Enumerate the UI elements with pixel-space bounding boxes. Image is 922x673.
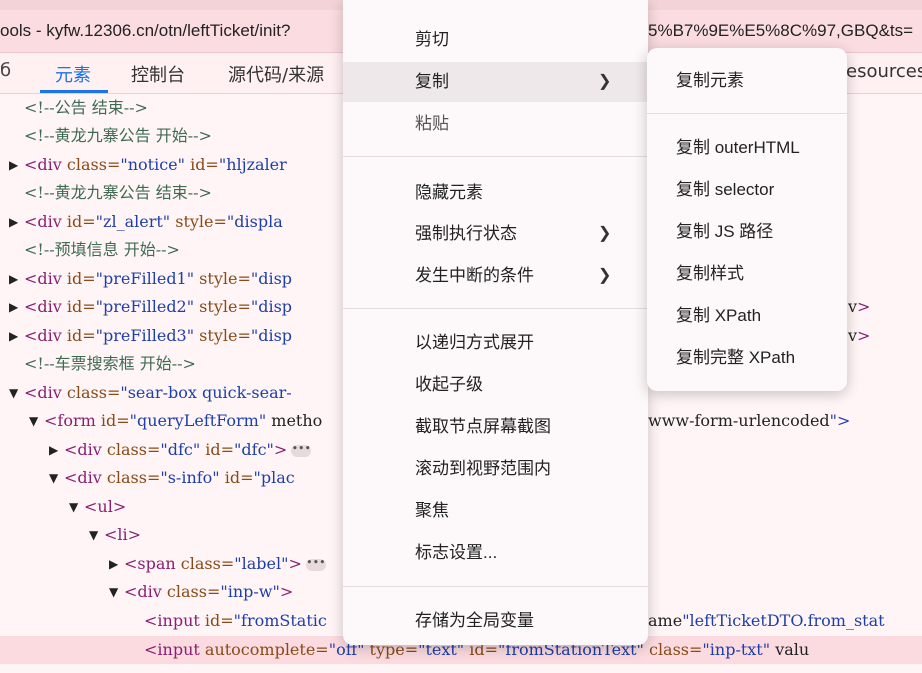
menu-item-paste[interactable]: 粘贴	[343, 104, 648, 144]
menu-item-break-on[interactable]: 发生中断的条件 ❯	[343, 256, 648, 296]
dom-tree-markup-right: v>	[848, 297, 871, 316]
menu-item-badge-settings[interactable]: 标志设置...	[343, 533, 648, 573]
expand-triangle-icon[interactable]: ▶	[109, 550, 118, 578]
submenu-item-copy-selector[interactable]: 复制 selector	[647, 170, 847, 210]
menu-item-hide-element[interactable]: 隐藏元素	[343, 173, 648, 213]
expand-triangle-icon[interactable]: ▶	[9, 322, 18, 350]
dom-tree-markup: <input id="fromStatic	[144, 611, 327, 630]
menu-item-focus[interactable]: 聚焦	[343, 491, 648, 531]
dom-tree-markup-right: www-form-urlencoded">	[648, 411, 851, 430]
menu-item-label: 复制	[415, 72, 449, 91]
submenu-item-label: 复制 JS 路径	[676, 222, 774, 241]
dom-tree-markup-right: ame"leftTicketDTO.from_stat	[648, 611, 885, 630]
dom-tree-markup: <span class="label"> •••	[124, 554, 326, 573]
submenu-item-copy-js-path[interactable]: 复制 JS 路径	[647, 212, 847, 252]
menu-item-copy[interactable]: 复制 ❯	[343, 62, 648, 102]
menu-item-label: 标志设置...	[415, 543, 498, 562]
dom-tree-markup: <form id="queryLeftForm" metho	[44, 411, 323, 430]
chevron-right-icon: ❯	[598, 73, 612, 90]
dom-tree-markup: <div class="s-info" id="plac	[64, 468, 295, 487]
collapse-triangle-icon[interactable]: ▼	[49, 464, 58, 492]
expand-triangle-icon[interactable]: ▶	[9, 151, 18, 179]
submenu-item-copy-element[interactable]: 复制元素	[647, 61, 847, 101]
chevron-right-icon: ❯	[598, 225, 612, 242]
dom-tree-markup: <!--车票搜索框 开始-->	[24, 354, 196, 373]
menu-item-label: 截取节点屏幕截图	[415, 417, 551, 436]
menu-separator	[343, 586, 648, 587]
menu-item-scroll-into-view[interactable]: 滚动到视野范围内	[343, 449, 648, 489]
menu-item-label: 强制执行状态	[415, 224, 517, 243]
menu-separator	[343, 156, 648, 157]
dom-tree-markup: <ul>	[84, 497, 127, 516]
expand-triangle-icon[interactable]: ▶	[9, 265, 18, 293]
dom-tree-markup: <div class="sear-box quick-sear-	[24, 383, 292, 402]
ellipsis-badge[interactable]: •••	[305, 557, 326, 571]
tab-console[interactable]: 控制台	[131, 61, 185, 87]
collapse-triangle-icon[interactable]: ▼	[9, 379, 18, 407]
expand-triangle-icon[interactable]: ▶	[9, 208, 18, 236]
tab-sources[interactable]: 源代码/来源	[228, 61, 324, 87]
dom-tree-markup: <div id="preFilled1" style="disp	[24, 269, 293, 288]
menu-item-label: 以递归方式展开	[415, 333, 534, 352]
submenu-item-label: 复制完整 XPath	[676, 348, 796, 367]
menu-item-label: 隐藏元素	[415, 183, 483, 202]
dom-tree-markup: <div class="dfc" id="dfc"> •••	[64, 440, 312, 459]
dom-tree-markup: <li>	[104, 525, 142, 544]
menu-item-expand-recursively[interactable]: 以递归方式展开	[343, 323, 648, 363]
menu-item-label: 粘贴	[415, 114, 449, 133]
panel-toggle-icon[interactable]: б	[0, 60, 11, 81]
submenu-item-copy-full-xpath[interactable]: 复制完整 XPath	[647, 338, 847, 378]
submenu-item-copy-outerhtml[interactable]: 复制 outerHTML	[647, 128, 847, 168]
submenu-item-label: 复制样式	[676, 264, 744, 283]
submenu-item-copy-xpath[interactable]: 复制 XPath	[647, 296, 847, 336]
dom-tree-markup: <!--黄龙九寨公告 开始-->	[24, 126, 212, 145]
devtools-url-left: ools - kyfw.12306.cn/otn/leftTicket/init…	[0, 21, 291, 40]
copy-submenu: 复制元素 复制 outerHTML 复制 selector 复制 JS 路径 复…	[647, 48, 847, 391]
dom-tree-markup: <div id="zl_alert" style="displa	[24, 212, 283, 231]
submenu-item-label: 复制元素	[676, 71, 744, 90]
menu-item-label: 存储为全局变量	[415, 611, 534, 630]
menu-item-force-state[interactable]: 强制执行状态 ❯	[343, 214, 648, 254]
chevron-right-icon: ❯	[598, 267, 612, 284]
menu-item-label: 剪切	[415, 30, 449, 49]
submenu-item-copy-styles[interactable]: 复制样式	[647, 254, 847, 294]
dom-tree-markup: <div id="preFilled2" style="disp	[24, 297, 293, 316]
dom-tree-markup: <!--公告 结束-->	[24, 98, 148, 117]
dom-tree-markup: <div class="notice" id="hljzaler	[24, 155, 287, 174]
menu-item-label: 聚焦	[415, 501, 449, 520]
expand-triangle-icon[interactable]: ▶	[9, 293, 18, 321]
tab-resources-partial[interactable]: esources	[846, 61, 922, 82]
dom-tree-markup: <!--黄龙九寨公告 结束-->	[24, 183, 212, 202]
menu-item-label: 滚动到视野范围内	[415, 459, 551, 478]
menu-item-capture-node-screenshot[interactable]: 截取节点屏幕截图	[343, 407, 648, 447]
collapse-triangle-icon[interactable]: ▼	[109, 578, 118, 606]
dom-tree-markup-right: v>	[848, 326, 871, 345]
tab-elements[interactable]: 元素	[55, 61, 91, 87]
menu-separator	[343, 308, 648, 309]
menu-item-store-as-global[interactable]: 存储为全局变量	[343, 601, 648, 641]
collapse-triangle-icon[interactable]: ▼	[89, 521, 98, 549]
active-tab-indicator	[40, 90, 108, 93]
collapse-triangle-icon[interactable]: ▼	[69, 493, 78, 521]
menu-item-cut[interactable]: 剪切	[343, 20, 648, 60]
dom-tree-markup: <div class="inp-w">	[124, 582, 294, 601]
submenu-item-label: 复制 selector	[676, 180, 775, 199]
devtools-url-right: 5%B7%9E%E5%8C%97,GBQ&ts=	[648, 21, 914, 40]
context-menu: 剪切 复制 ❯ 粘贴 隐藏元素 强制执行状态 ❯ 发生中断的条件 ❯ 以递归方式展开 …	[343, 0, 648, 645]
menu-item-label: 收起子级	[415, 375, 483, 394]
collapse-triangle-icon[interactable]: ▼	[29, 407, 38, 435]
expand-triangle-icon[interactable]: ▶	[49, 436, 58, 464]
menu-item-label: 发生中断的条件	[415, 266, 534, 285]
submenu-separator	[647, 113, 847, 114]
submenu-item-label: 复制 outerHTML	[676, 138, 800, 157]
ellipsis-badge[interactable]: •••	[291, 443, 312, 457]
dom-tree-markup: <!--预填信息 开始-->	[24, 240, 180, 259]
submenu-item-label: 复制 XPath	[676, 306, 762, 325]
menu-item-collapse-children[interactable]: 收起子级	[343, 365, 648, 405]
dom-tree-markup: <div id="preFilled3" style="disp	[24, 326, 293, 345]
